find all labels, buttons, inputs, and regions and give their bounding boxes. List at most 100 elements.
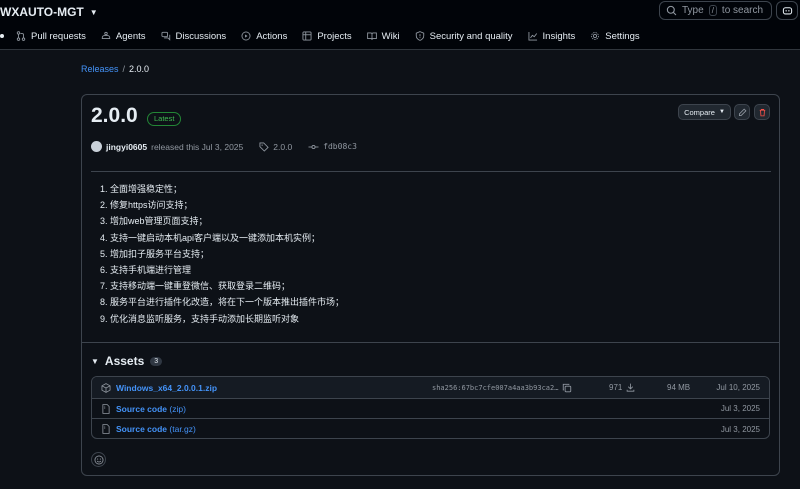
download-count: 971	[609, 383, 623, 392]
asset-date: Jul 10, 2025	[716, 383, 760, 392]
projects-icon	[302, 31, 312, 41]
breadcrumb: Releases / 2.0.0	[81, 64, 149, 74]
tab-label: Pull requests	[31, 30, 86, 42]
asset-downloads: 971	[609, 383, 635, 392]
asset-download-link[interactable]: Windows_x64_2.0.0.1.zip	[116, 383, 217, 393]
tab-label: Agents	[115, 30, 146, 42]
breadcrumb-releases-link[interactable]: Releases	[81, 64, 119, 74]
commit-icon	[308, 144, 319, 149]
asset-row: Source code (zip) Jul 3, 2025	[92, 399, 769, 419]
asset-date: Jul 3, 2025	[720, 404, 760, 413]
release-title: 2.0.0	[91, 104, 138, 127]
file-zip-icon	[102, 424, 110, 434]
release-commit[interactable]: fdb08c3	[308, 142, 357, 152]
release-note-item: 1. 全面增强稳定性；	[100, 184, 183, 194]
assets-toggle[interactable]: ▼ Assets 3	[91, 354, 163, 368]
tab-label: Discussions	[175, 30, 227, 42]
copilot-button[interactable]	[776, 1, 798, 20]
assets-list: Windows_x64_2.0.0.1.zip sha256:67bc7cfe0…	[91, 376, 770, 439]
breadcrumb-separator: /	[122, 64, 126, 74]
file-zip-icon	[102, 403, 110, 414]
asset-name: Source code	[116, 403, 168, 414]
asset-format: (tar.gz)	[169, 424, 196, 434]
release-tag[interactable]: 2.0.0	[259, 142, 292, 152]
divider	[82, 342, 779, 343]
release-note-item: 9. 优化消息监听服务，支持手动添加长期监听对象	[100, 313, 300, 324]
release-note-item: 2. 修复https访问支持；	[100, 200, 193, 211]
agents-icon	[101, 31, 111, 39]
asset-size: 94 MB	[667, 383, 691, 392]
released-text: released this Jul 3, 2025	[151, 141, 244, 152]
tab-wiki[interactable]: Wiki	[366, 30, 400, 42]
release-author[interactable]: jingyi0605	[106, 142, 147, 152]
asset-name: Source code	[116, 424, 168, 434]
search-prefix: Type	[682, 5, 704, 16]
release-note-item: 6. 支持手机端进行管理	[100, 265, 192, 276]
gear-icon	[591, 32, 600, 40]
compare-button[interactable]: Compare ▼	[678, 104, 731, 120]
trash-icon	[759, 108, 765, 116]
tab-label: Actions	[256, 30, 288, 42]
tab-projects[interactable]: Projects	[302, 30, 352, 42]
asset-row: Windows_x64_2.0.0.1.zip sha256:67bc7cfe0…	[92, 377, 769, 399]
asset-date: Jul 3, 2025	[720, 424, 760, 434]
tab-label: Insights	[542, 30, 576, 42]
smiley-icon	[94, 455, 103, 464]
package-icon	[101, 382, 111, 393]
tab-actions[interactable]: Actions	[241, 31, 287, 42]
tab-label: Wiki	[381, 30, 400, 42]
repo-name[interactable]: WXAUTO-MGT ▼	[0, 5, 98, 19]
discussions-icon	[161, 31, 170, 41]
asset-format: (zip)	[169, 403, 186, 414]
tag-icon	[259, 142, 269, 152]
download-icon	[627, 383, 635, 392]
tab-label: Settings	[605, 30, 640, 42]
repo-name-label[interactable]: WXAUTO-MGT	[0, 5, 84, 19]
chevron-down-icon: ▼	[718, 109, 725, 115]
copy-icon[interactable]	[562, 383, 572, 393]
delete-release-button[interactable]	[754, 104, 770, 120]
triangle-down-icon: ▼	[91, 356, 99, 366]
release-card: 2.0.0 Latest Compare ▼ jingyi0605 releas…	[81, 94, 780, 476]
tag-label: 2.0.0	[273, 141, 293, 152]
breadcrumb-current: 2.0.0	[129, 64, 150, 74]
release-note-item: 5. 增加扣子服务平台支持；	[100, 248, 210, 259]
release-note-item: 3. 增加web管理页面支持；	[100, 216, 208, 227]
release-notes: 1. 全面增强稳定性； 2. 修复https访问支持； 3. 增加web管理页面…	[100, 181, 344, 327]
asset-row: Source code (tar.gz) Jul 3, 2025	[92, 419, 769, 438]
release-meta: jingyi0605 released this Jul 3, 2025 2.0…	[91, 141, 357, 152]
divider	[91, 171, 771, 172]
tab-discussions[interactable]: Discussions	[161, 30, 227, 42]
repo-nav: Pull requests Agents Discussions Actions…	[0, 26, 655, 46]
shield-icon	[415, 31, 424, 41]
pull-request-icon	[16, 31, 26, 41]
actions-icon	[241, 31, 251, 41]
asset-sha: sha256:67bc7cfe007a4aa3b93ca2…	[432, 383, 559, 392]
compare-label: Compare	[684, 107, 715, 117]
tab-security[interactable]: Security and quality	[415, 31, 513, 42]
search-input[interactable]: Type / to search	[659, 1, 772, 20]
release-note-item: 8. 服务平台进行插件化改造，将在下一个版本推出插件市场；	[100, 297, 345, 308]
edit-release-button[interactable]	[734, 104, 750, 120]
asset-download-link[interactable]: Source code (tar.gz)	[116, 424, 196, 434]
wiki-icon	[366, 32, 377, 40]
release-note-item: 7. 支持移动端一键重登微信、获取登录二维码；	[100, 281, 291, 292]
chevron-down-icon[interactable]: ▼	[90, 8, 98, 17]
tab-label: Projects	[317, 30, 352, 42]
nav-overflow-icon[interactable]	[0, 34, 4, 38]
tab-settings[interactable]: Settings	[590, 30, 640, 42]
tab-pull-requests[interactable]: Pull requests	[16, 31, 86, 42]
tab-insights[interactable]: Insights	[528, 30, 576, 42]
search-icon	[666, 5, 677, 16]
avatar[interactable]	[91, 141, 102, 152]
assets-count-badge: 3	[150, 356, 163, 366]
graph-icon	[528, 31, 537, 41]
search-shortcut-key: /	[708, 5, 717, 16]
tab-agents[interactable]: Agents	[101, 31, 146, 42]
add-reaction-button[interactable]	[91, 452, 106, 467]
assets-title: Assets	[104, 354, 145, 368]
asset-download-link[interactable]: Source code (zip)	[116, 404, 186, 414]
pencil-icon	[738, 108, 746, 116]
release-note-item: 4. 支持一键启动本机api客户端以及一键添加本机实例；	[100, 232, 321, 243]
commit-hash: fdb08c3	[323, 142, 357, 151]
